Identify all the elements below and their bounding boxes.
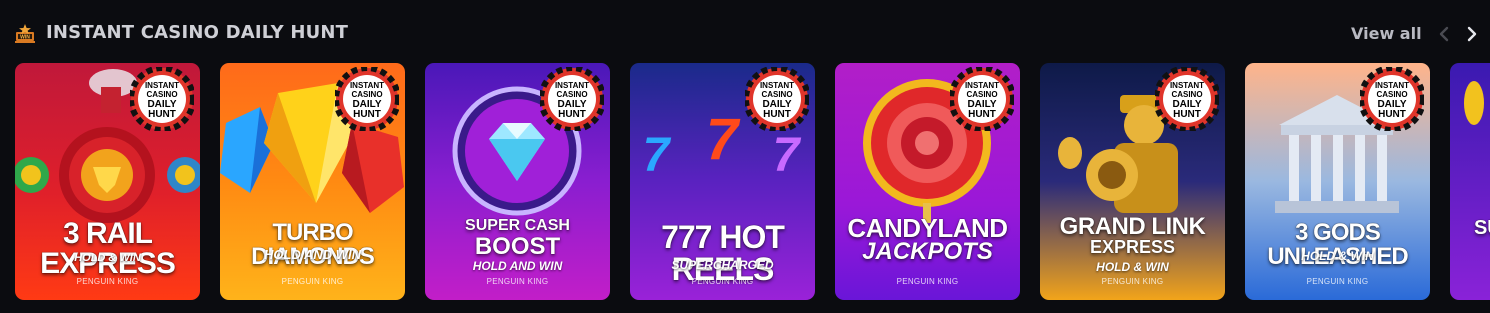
svg-text:WIN: WIN: [20, 35, 30, 41]
game-subtitle: HOLD & WIN: [1301, 249, 1374, 263]
game-provider: PENGUIN KING: [281, 277, 344, 286]
daily-hunt-badge-icon: INSTANT CASINO DAILY HUNT: [1360, 67, 1424, 131]
svg-text:CASINO: CASINO: [351, 90, 382, 99]
daily-hunt-badge-icon: INSTANT CASINO DAILY HUNT: [335, 67, 399, 131]
game-provider: PENGUIN KING: [1306, 277, 1369, 286]
game-title-line-1: GRAND LINK: [1059, 213, 1206, 240]
game-provider: PENGUIN KING: [76, 277, 139, 286]
section-header: WIN INSTANT CASINO DAILY HUNT View all: [0, 0, 1490, 62]
game-tile-grand-link-express[interactable]: INSTANT CASINO DAILY HUNT GRAND LINK EXP…: [1040, 63, 1225, 300]
svg-text:CASINO: CASINO: [146, 90, 177, 99]
svg-text:HUNT: HUNT: [968, 109, 996, 120]
game-title: 3 RAIL EXPRESS: [40, 217, 176, 280]
game-subtitle: HOLD AND WIN: [263, 247, 361, 262]
game-subtitle: HOLD & WIN: [74, 252, 141, 264]
svg-text:INSTANT: INSTANT: [555, 81, 589, 90]
view-all-link[interactable]: View all: [1351, 24, 1422, 43]
game-tile-turbo-diamonds[interactable]: INSTANT CASINO DAILY HUNT TURBO DIAMONDS…: [220, 63, 405, 300]
game-title: 777 HOT REELS: [661, 219, 785, 287]
svg-text:CASINO: CASINO: [556, 90, 587, 99]
svg-text:CASINO: CASINO: [761, 90, 792, 99]
daily-hunt-badge-icon: INSTANT CASINO DAILY HUNT: [1155, 67, 1219, 131]
svg-text:INSTANT: INSTANT: [965, 81, 999, 90]
svg-text:HUNT: HUNT: [558, 109, 586, 120]
daily-hunt-badge-icon: INSTANT CASINO DAILY HUNT: [950, 67, 1014, 131]
svg-text:HUNT: HUNT: [763, 109, 791, 120]
section-title: INSTANT CASINO DAILY HUNT: [46, 22, 349, 43]
svg-text:7: 7: [706, 107, 741, 172]
game-provider: PENGUIN KING: [691, 277, 754, 286]
game-title: SUP: [1473, 217, 1490, 239]
game-provider: PENGUIN KING: [896, 277, 959, 286]
chevron-left-icon[interactable]: [1436, 24, 1452, 44]
svg-text:CASINO: CASINO: [966, 90, 997, 99]
game-provider: PENGUIN KING: [486, 277, 549, 286]
game-tile-3-gods-unleashed[interactable]: INSTANT CASINO DAILY HUNT 3 GODS UNLEASH…: [1245, 63, 1430, 300]
svg-text:7: 7: [643, 129, 672, 182]
svg-text:INSTANT: INSTANT: [1375, 81, 1409, 90]
game-title-line-2: EXPRESS: [1089, 237, 1176, 257]
chevron-right-icon[interactable]: [1464, 24, 1480, 44]
svg-text:HUNT: HUNT: [148, 109, 176, 120]
daily-hunt-badge-icon: INSTANT CASINO DAILY HUNT: [130, 67, 194, 131]
game-tile-super-cash-boost[interactable]: INSTANT CASINO DAILY HUNT SUPER CASH BOO…: [425, 63, 610, 300]
game-tile-3-rail-express[interactable]: INSTANT CASINO DAILY HUNT 3 RAIL EXPRESS…: [15, 63, 200, 300]
daily-hunt-badge-icon: INSTANT CASINO DAILY HUNT: [745, 67, 809, 131]
game-subtitle: HOLD & WIN: [1096, 260, 1169, 274]
daily-hunt-badge-icon: INSTANT CASINO DAILY HUNT: [540, 67, 604, 131]
svg-text:HUNT: HUNT: [353, 109, 381, 120]
svg-text:HUNT: HUNT: [1378, 109, 1406, 120]
svg-text:INSTANT: INSTANT: [145, 81, 179, 90]
svg-text:CASINO: CASINO: [1376, 90, 1407, 99]
game-tile-777-hot-reels[interactable]: 7 7 7 INSTANT CASINO DAILY HUNT 777 HOT …: [630, 63, 815, 300]
svg-text:7: 7: [773, 129, 802, 182]
game-title-line-2: JACKPOTS: [862, 238, 993, 265]
game-title-line-2: BOOST: [474, 233, 561, 260]
svg-text:INSTANT: INSTANT: [1170, 81, 1204, 90]
game-carousel: INSTANT CASINO DAILY HUNT 3 RAIL EXPRESS…: [15, 63, 1490, 300]
svg-text:CASINO: CASINO: [1171, 90, 1202, 99]
game-subtitle: SUPERCHARGED: [671, 258, 774, 272]
game-title-line-1: SUPER CASH: [465, 217, 570, 234]
game-provider: PENGUIN KING: [1101, 277, 1164, 286]
game-tile-candyland-jackpots[interactable]: INSTANT CASINO DAILY HUNT CANDYLAND JACK…: [835, 63, 1020, 300]
svg-text:INSTANT: INSTANT: [760, 81, 794, 90]
trophy-icon: WIN: [15, 24, 35, 43]
svg-text:INSTANT: INSTANT: [350, 81, 384, 90]
game-subtitle: HOLD AND WIN: [472, 259, 563, 273]
game-tile-partial[interactable]: SUP: [1450, 63, 1490, 300]
game-art: [1450, 63, 1490, 300]
svg-text:HUNT: HUNT: [1173, 109, 1201, 120]
